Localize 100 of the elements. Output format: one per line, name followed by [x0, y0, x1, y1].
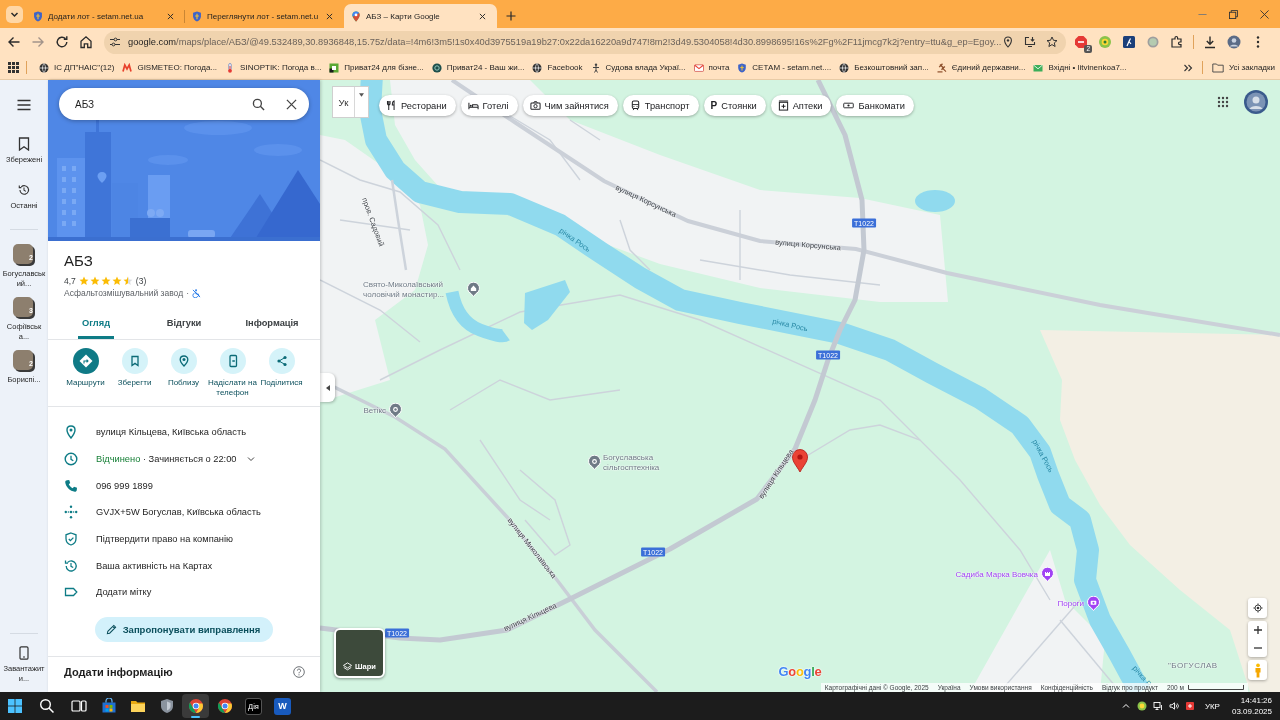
collapse-panel-button[interactable]: [320, 373, 335, 402]
input-language[interactable]: УКР: [1204, 701, 1220, 711]
menu-icon[interactable]: [17, 99, 31, 111]
browser-tab[interactable]: Додати лот - setam.net.ua: [26, 4, 185, 28]
speaker-icon[interactable]: [1168, 701, 1179, 711]
chevrons-right-icon[interactable]: [1183, 62, 1193, 73]
close-icon[interactable]: [1260, 9, 1269, 19]
send-to-phone-button[interactable]: Надіслати на телефон: [208, 348, 257, 398]
plus-icon[interactable]: [506, 11, 516, 21]
avatar-icon[interactable]: [1244, 90, 1268, 114]
category-chip[interactable]: Аптеки: [770, 95, 832, 116]
browser-tab[interactable]: Переглянути лот - setam.net.u: [185, 4, 344, 28]
maps-activity-row[interactable]: Ваша активність на Картах: [48, 552, 320, 580]
all-bookmarks-folder[interactable]: Усі закладки: [1209, 58, 1280, 77]
opening-hours-row[interactable]: Відчинено · Зачиняється о 22:00: [48, 445, 320, 473]
location-pin-icon[interactable]: [792, 449, 808, 473]
square-logo-icon[interactable]: [1184, 701, 1195, 711]
tune-icon[interactable]: [109, 36, 121, 48]
star-icon[interactable]: [1046, 36, 1058, 48]
place-tab[interactable]: Відгуки: [162, 313, 206, 339]
bookmark-item[interactable]: SINOPTIK: Погода в...: [222, 58, 327, 77]
restore-icon[interactable]: [1229, 9, 1238, 19]
nearby-button[interactable]: Поблизу: [159, 348, 208, 398]
castle-pin-icon[interactable]: [1040, 567, 1054, 582]
category-chip[interactable]: Ресторани: [379, 95, 456, 116]
camera-pin-icon[interactable]: [1086, 596, 1100, 611]
bookmark-item[interactable]: Приват24 для бізне...: [326, 58, 429, 77]
bookmark-item[interactable]: СЕТАМ - setam.net....: [734, 58, 837, 77]
help-icon[interactable]: [293, 665, 305, 678]
category-chip[interactable]: Транспорт: [622, 95, 699, 116]
place-tab[interactable]: Огляд: [77, 313, 115, 339]
bookmark-item[interactable]: ІС ДП"НАІС"(12): [36, 58, 120, 77]
bookmark-item[interactable]: Приват24 - Ваш жи...: [428, 58, 530, 77]
bookmark-item[interactable]: Судова влада Украї...: [587, 58, 691, 77]
home-icon[interactable]: [79, 35, 93, 49]
taskbar-app[interactable]: W: [269, 694, 296, 718]
share-button[interactable]: Поділитися: [257, 348, 306, 398]
close-icon[interactable]: [326, 12, 333, 20]
tab-search-icon[interactable]: [6, 6, 23, 23]
star-icon: [111, 275, 122, 286]
place-pin-icon[interactable]: [388, 403, 402, 418]
place-name[interactable]: Богуславська сільгосптехніка: [603, 453, 683, 473]
chevron-icon[interactable]: [246, 456, 255, 463]
reload-icon[interactable]: [55, 35, 69, 49]
location-pin-icon[interactable]: [1002, 36, 1014, 48]
place-name[interactable]: Пороги: [1057, 599, 1084, 609]
place-name[interactable]: Садиба Марка Вовчка: [955, 570, 1038, 580]
close-icon[interactable]: [479, 12, 486, 20]
add-label-row[interactable]: Додати мітку: [48, 579, 320, 606]
bookmark-item[interactable]: Facebook: [529, 58, 588, 77]
download-icon[interactable]: [1203, 35, 1217, 49]
apps-grid-icon[interactable]: [8, 62, 19, 73]
puzzle-icon[interactable]: [1170, 35, 1184, 49]
bookmark-item[interactable]: Безкоштовний зап...: [836, 58, 934, 77]
disc-logo-icon[interactable]: [1136, 701, 1147, 711]
chevron-up-icon[interactable]: [1120, 701, 1131, 711]
pharmacy-icon: [777, 100, 789, 111]
category-chip[interactable]: Банкомати: [836, 95, 915, 116]
task-view-icon[interactable]: [71, 698, 87, 714]
place-name[interactable]: Ветікс: [363, 406, 386, 416]
review-count[interactable]: (3): [135, 275, 147, 286]
octagon-icon[interactable]: [1074, 35, 1088, 49]
start-icon[interactable]: [7, 698, 23, 714]
clock-button[interactable]: 14:41:26 03.09.2025: [1231, 695, 1272, 717]
category-chip[interactable]: Чим зайнятися: [522, 95, 618, 116]
directions-button[interactable]: Маршрути: [61, 348, 110, 398]
avatar-icon[interactable]: [1227, 35, 1241, 49]
taskbar-app[interactable]: [182, 694, 209, 718]
close-icon[interactable]: [167, 12, 174, 20]
temple-pin-icon[interactable]: [466, 282, 480, 297]
phone-number-row[interactable]: 096 999 1899: [48, 472, 320, 500]
place-tab[interactable]: Інформація: [241, 313, 303, 339]
browser-tab[interactable]: АБЗ – Карти Google: [344, 4, 497, 28]
search-icon[interactable]: [39, 698, 55, 714]
category-chip[interactable]: Готелі: [460, 95, 518, 116]
close-icon[interactable]: [286, 98, 297, 110]
search-icon[interactable]: [252, 97, 265, 111]
place-category[interactable]: Асфальтозмішувальний завод: [64, 288, 184, 298]
category-chip[interactable]: P Стоянки: [703, 95, 766, 116]
figure-tile-icon[interactable]: [1122, 35, 1136, 49]
back-arrow-icon[interactable]: [7, 35, 21, 49]
suggest-edit-button[interactable]: Запропонувати виправлення: [94, 616, 274, 642]
search-field[interactable]: АБЗ: [59, 88, 309, 120]
save-button[interactable]: Зберегти: [110, 348, 159, 398]
my-location-button[interactable]: [1248, 598, 1267, 618]
bookmark-icon: [18, 137, 30, 151]
plus-code-row[interactable]: GVJX+5W Богуслав, Київська область: [48, 499, 320, 526]
place-pin-icon[interactable]: [587, 455, 601, 470]
monitor-icon[interactable]: [1152, 701, 1163, 711]
apps-grid-icon[interactable]: [1217, 96, 1229, 108]
bookmark-item[interactable]: почта: [690, 58, 735, 77]
bookmark-item[interactable]: GISMETEO: Погода...: [119, 58, 223, 77]
bookmark-item[interactable]: Вхідні • litvinenkoa7...: [1030, 58, 1132, 77]
address-bar[interactable]: google.com/maps/place/АБЗ/@49.532489,30.8936848,15.75z/data=!4m6!3m5!1s0x40d3975519a19b27:0x22da16220a9d747!8m2!3d49.5304058!4d30.8998695!16s%2Fg%2F11jmcg7k2j?entry=ttu&g_ep=Egoy...: [104, 30, 1066, 54]
address-row[interactable]: вулиця Кільцева, Київська область: [48, 419, 320, 446]
input-tool-button[interactable]: Ук: [332, 86, 369, 118]
claim-business-row[interactable]: Підтвердити право на компанію: [48, 525, 320, 553]
bookmark-item[interactable]: Єдиний державни...: [933, 58, 1031, 77]
place-name[interactable]: Свято-Миколаївський чоловічий монастир...: [363, 280, 463, 300]
install-app-icon[interactable]: [1024, 36, 1036, 48]
